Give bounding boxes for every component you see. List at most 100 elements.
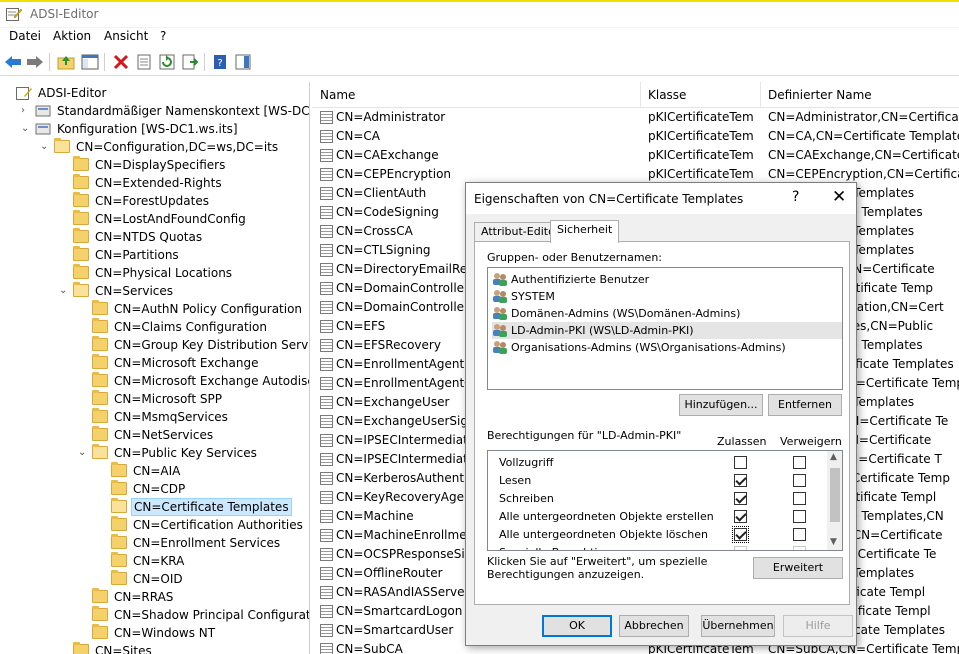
cell-name: CN=EFSRecovery xyxy=(336,338,441,352)
forward-button[interactable] xyxy=(25,52,45,72)
column-header-name[interactable]: Name xyxy=(320,88,355,102)
deny-checkbox[interactable] xyxy=(793,492,806,505)
deny-checkbox[interactable] xyxy=(793,528,806,541)
column-divider[interactable] xyxy=(760,82,761,108)
adsi-editor-app-icon xyxy=(6,8,22,21)
tree-item-label: CN=Enrollment Services xyxy=(133,536,281,550)
cancel-button[interactable]: Abbrechen xyxy=(619,615,689,637)
group-item[interactable]: Domänen-Admins (WS\Domänen-Admins) xyxy=(492,305,842,322)
column-header-class[interactable]: Klasse xyxy=(648,88,686,102)
tree-item-label: CN=Certificate Templates xyxy=(131,498,292,516)
menu-ansicht[interactable]: Ansicht xyxy=(104,29,148,43)
mmc-pane-button[interactable] xyxy=(233,52,253,72)
dialog-close-button[interactable]: ✕ xyxy=(832,187,846,207)
cell-name: CN=IPSECIntermediateO xyxy=(336,452,485,466)
expander-chevron-icon[interactable]: ⌄ xyxy=(21,120,31,138)
show-hide-tree-button[interactable] xyxy=(80,52,100,72)
groups-list[interactable]: Authentifizierte Benutzer SYSTEM Domänen-A… xyxy=(487,267,843,390)
cell-name: CN=CA xyxy=(336,129,380,143)
server-icon xyxy=(35,104,51,117)
back-button[interactable] xyxy=(3,52,23,72)
allow-checkbox[interactable] xyxy=(734,510,747,523)
help-button[interactable]: ? xyxy=(210,52,230,72)
group-item[interactable]: Organisations-Admins (WS\Organisations-A… xyxy=(492,339,842,356)
certificate-template-icon xyxy=(320,529,333,542)
group-item[interactable]: LD-Admin-PKI (WS\LD-Admin-PKI) xyxy=(492,322,842,339)
scrollbar-thumb[interactable] xyxy=(830,468,840,522)
cell-class: pKICertificateTem... xyxy=(648,110,754,124)
permission-name: Alle untergeordneten Objekte erstellen xyxy=(499,510,714,523)
permissions-scrollbar[interactable]: ▲ ▼ xyxy=(827,451,842,550)
cell-name: CN=OCSPResponseSign xyxy=(336,547,480,561)
group-name: LD-Admin-PKI (WS\LD-Admin-PKI) xyxy=(511,324,694,337)
allow-checkbox[interactable] xyxy=(734,456,747,469)
properties-button[interactable] xyxy=(134,52,154,72)
tab-sicherheit[interactable]: Sicherheit xyxy=(550,220,620,243)
groups-label: Gruppen- oder Benutzernamen: xyxy=(487,251,663,264)
group-item[interactable]: SYSTEM xyxy=(492,288,842,305)
tree-item-label: Konfiguration [WS-DC1.ws.its] xyxy=(57,122,238,136)
column-divider[interactable] xyxy=(640,82,641,108)
menu-help[interactable]: ? xyxy=(160,29,166,43)
export-list-icon xyxy=(182,54,198,70)
group-item[interactable]: Authentifizierte Benutzer xyxy=(492,271,842,288)
advanced-button[interactable]: Erweitert xyxy=(753,557,843,579)
delete-button[interactable] xyxy=(111,52,131,72)
ok-button[interactable]: OK xyxy=(542,615,612,637)
up-level-button[interactable] xyxy=(56,52,76,72)
certificate-template-icon xyxy=(320,624,333,637)
expander-chevron-icon[interactable]: ⌄ xyxy=(78,444,88,462)
deny-checkbox[interactable] xyxy=(793,474,806,487)
certificate-template-icon xyxy=(320,605,333,618)
users-icon xyxy=(493,324,507,337)
deny-checkbox[interactable] xyxy=(793,456,806,469)
export-list-button[interactable] xyxy=(180,52,200,72)
allow-checkbox[interactable] xyxy=(734,492,747,505)
certificate-template-icon xyxy=(320,567,333,580)
expander-chevron-icon[interactable]: ⌄ xyxy=(59,282,69,300)
remove-button[interactable]: Entfernen xyxy=(768,394,842,416)
security-tab-panel: Gruppen- oder Benutzernamen: Authentifiz… xyxy=(474,241,850,605)
folder-icon xyxy=(92,408,108,423)
allow-checkbox[interactable] xyxy=(734,546,747,550)
tree-item-label: CN=Claims Configuration xyxy=(114,320,267,334)
toolbar-separator xyxy=(204,53,205,71)
deny-checkbox[interactable] xyxy=(793,546,806,550)
menu-aktion[interactable]: Aktion xyxy=(53,29,91,43)
certificate-template-icon xyxy=(320,472,333,485)
tree-item-label: CN=NTDS Quotas xyxy=(95,230,203,244)
menu-bar: Datei Aktion Ansicht ? xyxy=(0,28,959,46)
list-row[interactable]: CN=Administrator pKICertificateTem... CN=A… xyxy=(312,108,959,127)
menu-datei[interactable]: Datei xyxy=(9,29,41,43)
title-accent xyxy=(0,0,959,2)
certificate-template-icon xyxy=(320,434,333,447)
folder-icon xyxy=(73,228,89,243)
console-tree[interactable]: ADSI-Editor › Standardmäßiger Namenskontex… xyxy=(0,82,310,654)
tree-item-label: CN=Certification Authorities xyxy=(133,518,303,532)
folder-icon xyxy=(111,462,127,477)
refresh-button[interactable] xyxy=(157,52,177,72)
permissions-list[interactable]: Spezielle Berechtigungen Alle untergeordn… xyxy=(487,450,843,551)
certificate-template-icon xyxy=(320,168,333,181)
deny-checkbox[interactable] xyxy=(793,510,806,523)
permission-name: Alle untergeordneten Objekte löschen xyxy=(499,528,709,541)
certificate-template-icon xyxy=(320,187,333,200)
expander-chevron-icon[interactable]: › xyxy=(21,102,31,120)
dialog-help-button[interactable]: ? xyxy=(792,189,799,205)
allow-checkbox[interactable] xyxy=(734,474,747,487)
scroll-up-icon[interactable]: ▲ xyxy=(830,452,837,462)
help-dialog-button[interactable]: Hilfe xyxy=(783,615,853,637)
cell-name: CN=IPSECIntermediateO xyxy=(336,433,485,447)
tree-item-label: CN=ForestUpdates xyxy=(95,194,209,208)
list-row[interactable]: CN=CA pKICertificateTem... CN=CA,CN=Certif… xyxy=(312,127,959,146)
permission-row: Alle untergeordneten Objekte erstellen xyxy=(488,508,826,526)
scroll-down-icon[interactable]: ▼ xyxy=(830,537,837,547)
column-header-dn[interactable]: Definierter Name xyxy=(768,88,872,102)
list-row[interactable]: CN=CAExchange pKICertificateTem... CN=CAEx… xyxy=(312,146,959,165)
expander-chevron-icon[interactable]: ⌄ xyxy=(40,138,50,156)
add-button[interactable]: Hinzufügen... xyxy=(679,394,763,416)
allow-checkbox[interactable] xyxy=(732,526,749,543)
folder-icon xyxy=(73,192,89,207)
certificate-template-icon xyxy=(320,396,333,409)
apply-button[interactable]: Übernehmen xyxy=(701,615,775,637)
